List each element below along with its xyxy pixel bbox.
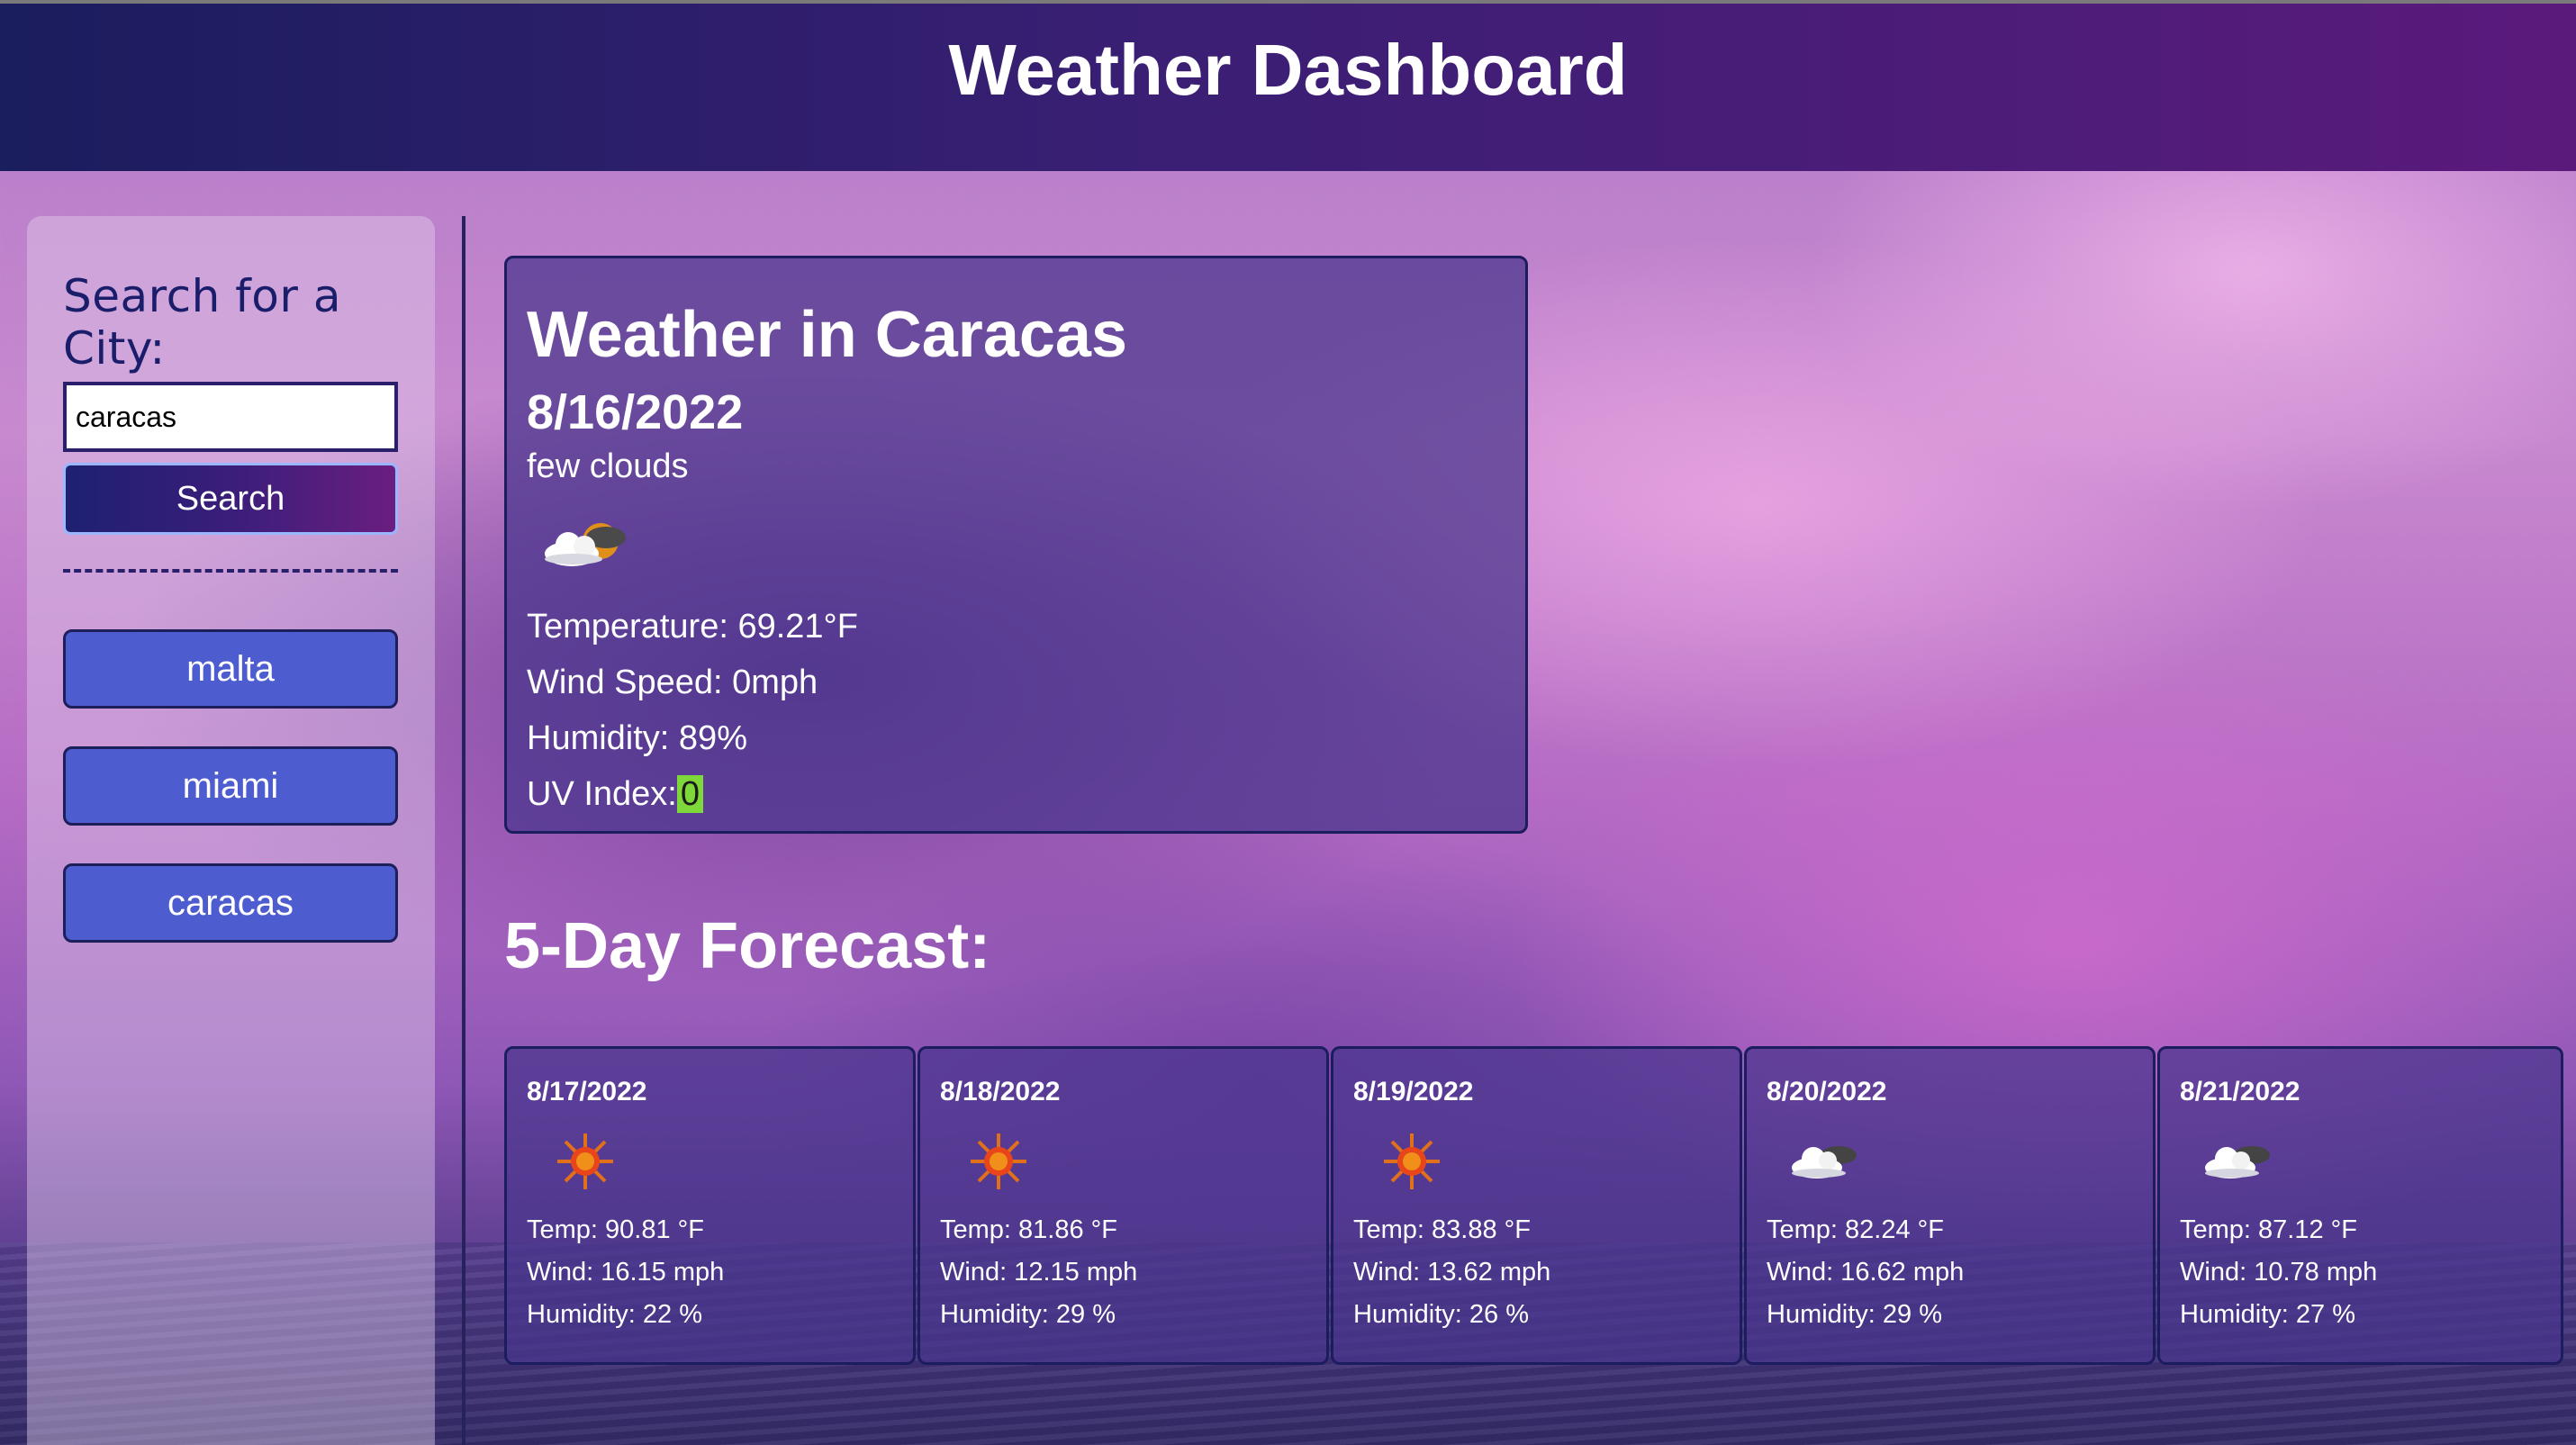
current-weather-card: Weather in Caracas 8/16/2022 few clouds …: [504, 256, 1528, 834]
forecast-card: 8/19/2022 Temp: 83.88 °F Wind: 13.62 mph…: [1331, 1046, 1742, 1365]
forecast-card: 8/18/2022 Temp: 81.86 °F Wind: 12.15 mph…: [917, 1046, 1329, 1365]
forecast-temp: Temp: 82.24 °F: [1767, 1215, 1944, 1244]
forecast-date: 8/18/2022: [940, 1077, 1061, 1106]
forecast-heading: 5-Day Forecast:: [504, 910, 991, 982]
search-heading: Search for a City:: [63, 270, 341, 375]
forecast-wind: Wind: 16.62 mph: [1767, 1258, 1965, 1287]
clouds-icon: [2198, 1121, 2279, 1202]
forecast-humidity: Humidity: 27 %: [2180, 1300, 2356, 1329]
current-wind: Wind Speed: 0mph: [527, 664, 818, 701]
few-clouds-icon: [536, 494, 635, 593]
forecast-date: 8/20/2022: [1767, 1077, 1887, 1106]
forecast-card: 8/20/2022 Temp: 82.24 °F Wind: 16.62 mph…: [1744, 1046, 2156, 1365]
forecast-row: 8/17/2022 Temp: 90.81 °F Wind: 16.15 mph…: [504, 1046, 2563, 1365]
forecast-date: 8/19/2022: [1353, 1077, 1474, 1106]
vertical-divider: [462, 216, 465, 1445]
uv-index-badge: 0: [676, 775, 704, 813]
search-button[interactable]: Search: [63, 463, 398, 535]
weather-description: few clouds: [527, 447, 689, 485]
forecast-temp: Temp: 87.12 °F: [2180, 1215, 2357, 1244]
page-title: Weather Dashboard: [948, 30, 1628, 110]
forecast-wind: Wind: 10.78 mph: [2180, 1258, 2378, 1287]
forecast-wind: Wind: 16.15 mph: [527, 1258, 725, 1287]
forecast-temp: Temp: 83.88 °F: [1353, 1215, 1531, 1244]
forecast-humidity: Humidity: 29 %: [1767, 1300, 1943, 1329]
sun-icon: [958, 1121, 1039, 1202]
forecast-wind: Wind: 13.62 mph: [1353, 1258, 1551, 1287]
current-temperature: Temperature: 69.21°F: [527, 608, 858, 646]
history-button-malta[interactable]: malta: [63, 629, 398, 709]
search-sidebar: Search for a City: Search malta miami ca…: [27, 216, 435, 1445]
forecast-temp: Temp: 81.86 °F: [940, 1215, 1117, 1244]
forecast-date: 8/17/2022: [527, 1077, 647, 1106]
forecast-humidity: Humidity: 26 %: [1353, 1300, 1530, 1329]
forecast-date: 8/21/2022: [2180, 1077, 2300, 1106]
history-button-miami[interactable]: miami: [63, 746, 398, 826]
uv-label: UV Index:: [527, 775, 677, 813]
forecast-humidity: Humidity: 22 %: [527, 1300, 703, 1329]
current-uv: UV Index: 0: [527, 766, 1505, 822]
forecast-wind: Wind: 12.15 mph: [940, 1258, 1138, 1287]
current-humidity: Humidity: 89%: [527, 719, 747, 757]
current-city-title: Weather in Caracas: [527, 299, 1127, 371]
forecast-card: 8/17/2022 Temp: 90.81 °F Wind: 16.15 mph…: [504, 1046, 916, 1365]
sun-icon: [1371, 1121, 1452, 1202]
clouds-icon: [1785, 1121, 1866, 1202]
history-button-caracas[interactable]: caracas: [63, 863, 398, 943]
current-date: 8/16/2022: [527, 385, 744, 439]
forecast-humidity: Humidity: 29 %: [940, 1300, 1116, 1329]
forecast-temp: Temp: 90.81 °F: [527, 1215, 704, 1244]
city-search-input[interactable]: [63, 382, 398, 452]
sun-icon: [545, 1121, 626, 1202]
sidebar-divider: [63, 569, 398, 573]
app-header: Weather Dashboard: [0, 0, 2576, 171]
forecast-card: 8/21/2022 Temp: 87.12 °F Wind: 10.78 mph…: [2157, 1046, 2563, 1365]
